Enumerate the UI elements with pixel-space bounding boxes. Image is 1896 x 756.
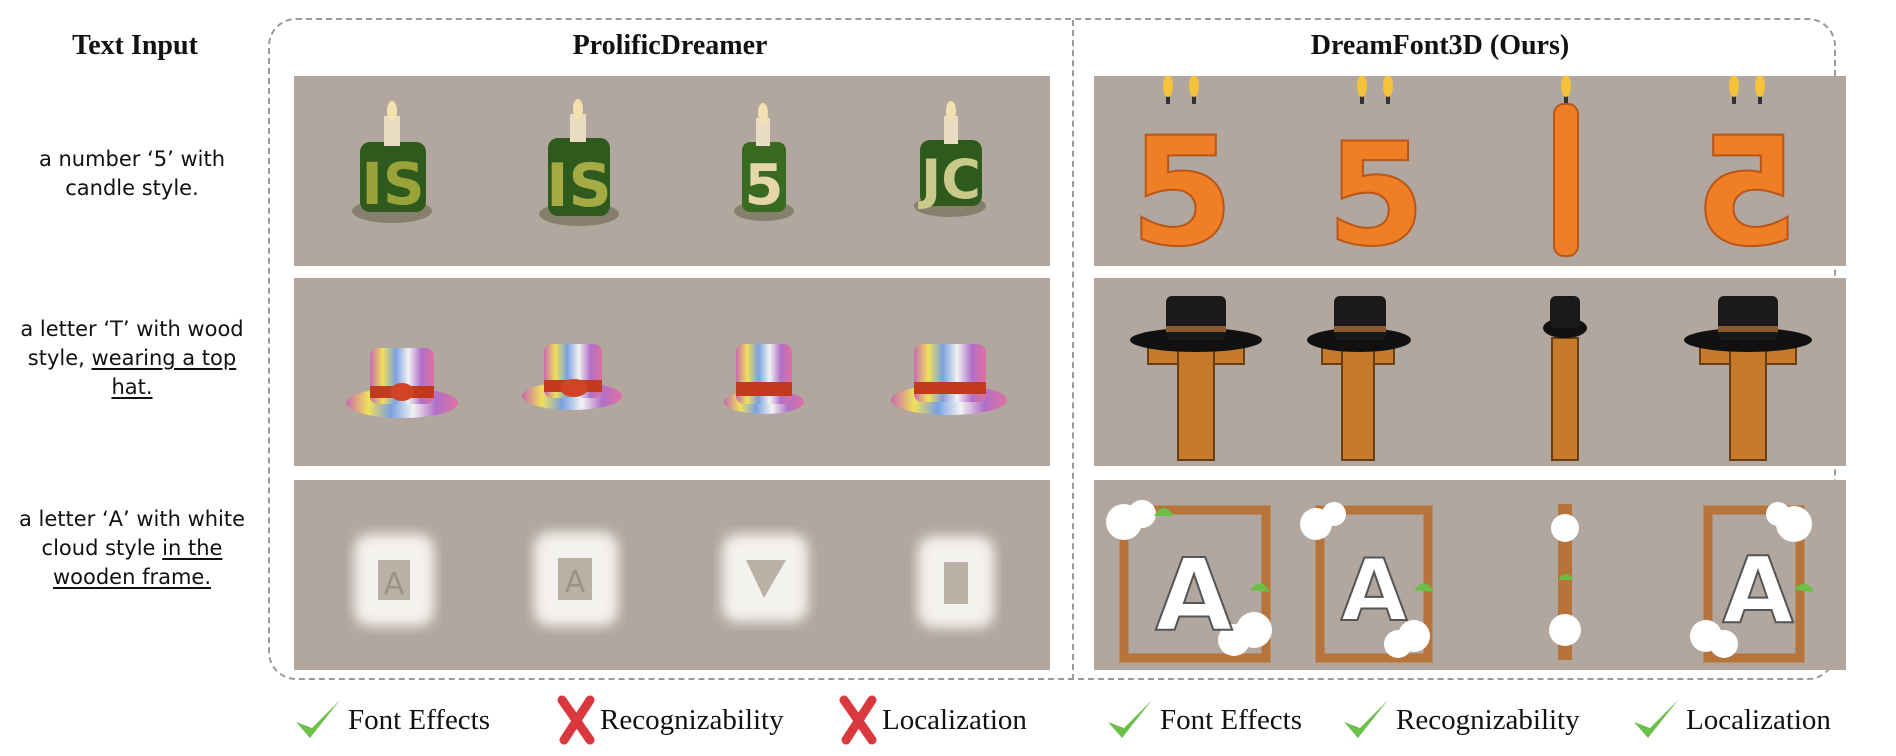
orange-candle-view-4: 5 [1694,76,1800,266]
cloud-a-frame-view-1: A [1106,500,1272,663]
check-icon [1634,700,1678,738]
prompt-3-line-3: wooden frame. [52,565,212,589]
top-hat-view-4 [891,344,1007,415]
prompt-3-line-1: a letter ‘A’ with white [18,507,246,531]
check-icon [1344,700,1388,738]
legend-label: Recognizability [1396,703,1580,736]
prompt-row-1: a number ‘5’ with candle style. [2,145,262,203]
prompt-2-line-1: a letter ‘T’ with wood [20,317,244,341]
dreamfont3d-hat-panel [1094,278,1846,466]
svg-text:IS: IS [361,150,424,218]
cloud-a-frame-view-4: A [1690,502,1814,663]
prompt-row-3: a letter ‘A’ with white cloud style in t… [2,505,262,592]
candle-renders-left: IS IS 5 JC [352,99,986,226]
prompt-1-line-2: candle style. [65,176,199,200]
legend-left-recognizability: Recognizability [556,695,784,745]
hat-renders-left [346,344,1007,418]
check-icon [1108,700,1152,738]
legend-right-localization: Localization [1630,695,1831,745]
svg-text:IS: IS [546,151,612,221]
cross-icon [557,695,595,745]
svg-text:JC: JC [917,148,981,211]
cloud-frame-view-4 [918,536,994,628]
check-icon [296,700,340,738]
blurry-candle-view-2: IS [539,99,619,226]
blurry-candle-view-3: 5 [734,103,794,221]
svg-text:5: 5 [1130,106,1234,266]
wood-t-hat-view-2 [1307,296,1411,461]
legend-label: Localization [1686,703,1831,736]
prompt-2-line-2: style, wearing a top [27,346,237,370]
wood-t-hat-view-1 [1130,296,1262,461]
dreamfont3d-cloud-panel: A A A [1094,480,1846,670]
cross-icon [839,695,877,745]
svg-text:5: 5 [1695,106,1799,266]
dreamfont3d-candle-panel: 5 5 5 [1094,76,1846,266]
orange-candle-view-1: 5 [1129,76,1235,266]
wood-t-hat-view-3 [1543,296,1587,461]
hat-renders-right [1130,296,1812,461]
text-input-header: Text Input [72,30,198,61]
top-hat-view-1 [346,348,458,418]
top-hat-view-2 [522,344,622,410]
top-hat-view-3 [724,344,804,414]
orange-candle-view-3 [1553,76,1579,257]
legend-label: Font Effects [1160,703,1303,736]
svg-text:A: A [1155,537,1232,654]
prompt-1-line-1: a number ‘5’ with [38,147,226,171]
svg-text:A: A [384,567,405,602]
legend-right-font-effects: Font Effects [1104,695,1302,745]
cloud-renders-left: A A [354,532,994,628]
blurry-candle-view-4: JC [914,101,986,217]
legend-left-font-effects: Font Effects [292,695,490,745]
prompt-2-line-3: hat. [111,375,153,399]
svg-text:A: A [1341,541,1408,641]
cloud-a-frame-view-2: A [1300,502,1434,663]
prompt-row-2: a letter ‘T’ with wood style, wearing a … [2,315,262,402]
cloud-frame-view-1: A [354,534,434,626]
orange-candle-view-2: 5 [1326,76,1426,266]
cloud-a-frame-view-3 [1549,504,1581,660]
legend-label: Recognizability [600,703,784,736]
prompt-3-line-2: cloud style in the [41,536,223,560]
legend-right-recognizability: Recognizability [1340,695,1580,745]
wood-t-hat-view-4 [1684,296,1812,461]
cloud-renders-right: A A A [1106,500,1814,663]
legend-label: Localization [882,703,1027,736]
column-divider [1072,20,1074,680]
blurry-candle-view-1: IS [352,101,432,223]
cloud-frame-view-2: A [534,532,618,626]
svg-text:5: 5 [745,153,784,218]
candle-renders-right: 5 5 5 [1129,76,1800,266]
prolificdreamer-candle-panel: IS IS 5 JC [294,76,1050,266]
legend-left-localization: Localization [838,695,1027,745]
prolificdreamer-hat-panel [294,278,1050,466]
legend-label: Font Effects [348,703,491,736]
cloud-frame-view-3 [722,534,808,622]
svg-text:A: A [565,565,586,600]
svg-text:5: 5 [1327,113,1426,266]
prolificdreamer-cloud-panel: A A [294,480,1050,670]
svg-text:A: A [1722,537,1793,644]
